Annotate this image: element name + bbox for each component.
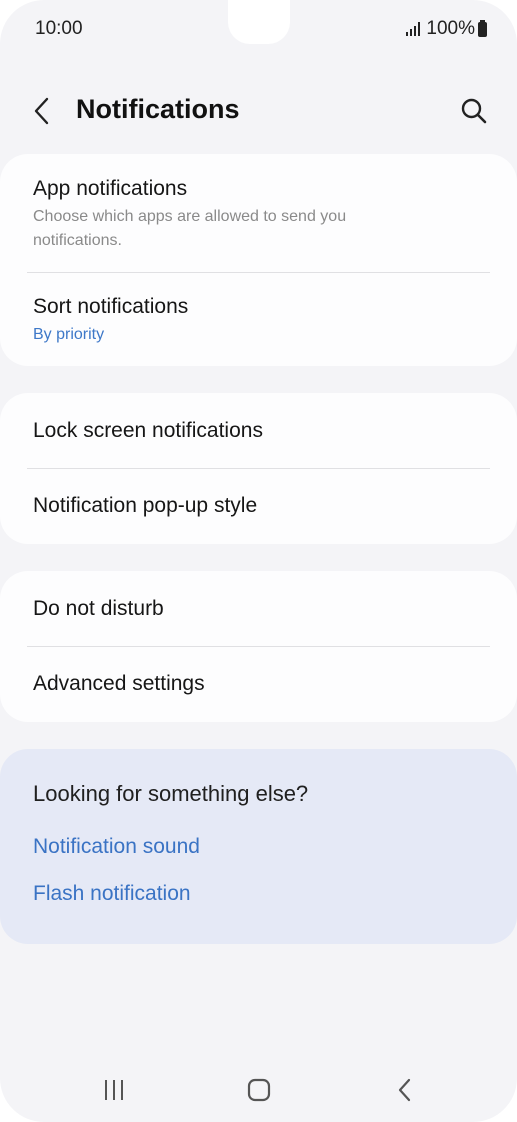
lock-screen-notifications-title: Lock screen notifications: [33, 419, 263, 442]
status-bar: 10:00 100%: [0, 0, 517, 60]
search-button[interactable]: [459, 96, 489, 126]
do-not-disturb-item[interactable]: Do not disturb: [0, 571, 517, 646]
home-button[interactable]: [244, 1076, 274, 1104]
advanced-settings-item[interactable]: Advanced settings: [0, 647, 517, 722]
suggestions-card: Looking for something else? Notification…: [0, 749, 517, 944]
battery-icon: [478, 19, 487, 37]
nav-back-button[interactable]: [390, 1076, 420, 1104]
status-time: 10:00: [35, 18, 83, 39]
advanced-settings-title: Advanced settings: [33, 672, 205, 695]
notification-sound-link[interactable]: Notification sound: [33, 835, 200, 859]
page-title: Notifications: [76, 94, 240, 124]
nav-back-icon: [398, 1078, 411, 1102]
app-notifications-subtitle: Choose which apps are allowed to send yo…: [33, 208, 347, 249]
back-arrow-icon: [34, 97, 49, 125]
app-notifications-item[interactable]: App notifications Choose which apps are …: [0, 154, 517, 272]
sort-notifications-item[interactable]: Sort notifications By priority: [0, 273, 517, 366]
home-icon: [247, 1078, 271, 1102]
phone-screen: 10:00 100% Notifications App notificatio…: [0, 0, 517, 1122]
settings-card-advanced: Do not disturb Advanced settings: [0, 571, 517, 722]
app-header: Notifications: [0, 80, 517, 142]
do-not-disturb-title: Do not disturb: [33, 597, 164, 620]
flash-notification-link[interactable]: Flash notification: [33, 882, 191, 906]
sort-notifications-value: By priority: [33, 326, 105, 343]
sort-notifications-title: Sort notifications: [33, 295, 189, 318]
signal-icon: [406, 22, 422, 36]
navigation-bar: [0, 1062, 517, 1118]
suggestions-title: Looking for something else?: [33, 781, 309, 806]
app-notifications-title: App notifications: [33, 177, 188, 200]
status-indicators: 100%: [406, 18, 487, 40]
popup-style-item[interactable]: Notification pop-up style: [0, 469, 517, 544]
recents-button[interactable]: [100, 1076, 130, 1104]
lock-screen-notifications-item[interactable]: Lock screen notifications: [0, 393, 517, 468]
settings-card-general: App notifications Choose which apps are …: [0, 154, 517, 366]
popup-style-title: Notification pop-up style: [33, 494, 258, 517]
recents-icon: [105, 1080, 123, 1100]
search-icon: [461, 98, 487, 124]
back-button[interactable]: [28, 94, 58, 128]
settings-card-display: Lock screen notifications Notification p…: [0, 393, 517, 544]
battery-percentage: 100%: [426, 18, 475, 39]
